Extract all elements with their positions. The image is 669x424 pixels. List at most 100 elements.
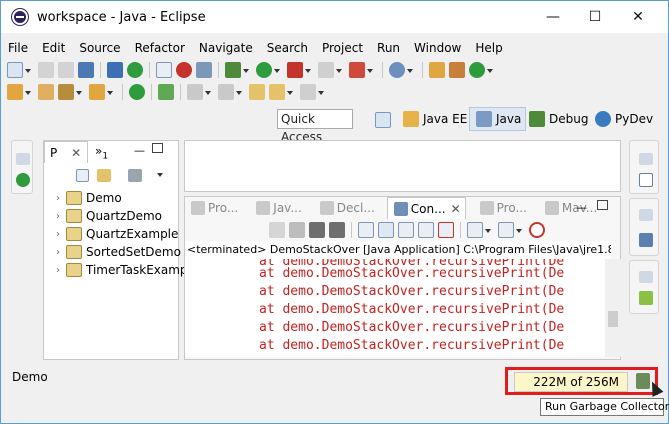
- maximize-button[interactable]: ☐: [572, 1, 618, 33]
- tab-problems[interactable]: Pro...: [185, 197, 242, 219]
- package-explorer-tab[interactable]: P ✕: [44, 141, 88, 163]
- menu-source[interactable]: Source: [72, 39, 127, 57]
- remove-all-terminated-icon[interactable]: [309, 222, 325, 238]
- pin-console-icon[interactable]: [467, 222, 483, 238]
- skip-breakpoints-icon[interactable]: [107, 62, 123, 78]
- print-icon[interactable]: [78, 62, 94, 78]
- menu-search[interactable]: Search: [260, 39, 315, 57]
- focus-on-active-task-icon[interactable]: [128, 169, 142, 182]
- task-list-icon[interactable]: [639, 173, 653, 187]
- coverage-icon[interactable]: [287, 62, 303, 78]
- new-package-icon[interactable]: [429, 62, 445, 78]
- new-class-icon[interactable]: [449, 62, 465, 78]
- back-icon[interactable]: [269, 84, 285, 100]
- stop-icon[interactable]: [318, 62, 334, 78]
- expand-arrow-icon[interactable]: ›: [56, 193, 66, 204]
- expand-arrow-icon[interactable]: ›: [56, 211, 66, 222]
- tree-item-sortedsetdemo[interactable]: › SortedSetDemo: [56, 243, 181, 261]
- expand-arrow-icon[interactable]: ›: [56, 265, 66, 276]
- open-console-icon[interactable]: [498, 222, 514, 238]
- maximize-view-icon[interactable]: [597, 200, 608, 210]
- restore-icon[interactable]: [639, 153, 653, 165]
- new-junit-dropdown-icon[interactable]: [487, 65, 494, 75]
- open-folder-icon[interactable]: [89, 84, 105, 100]
- show-on-stdout-icon[interactable]: [418, 222, 434, 238]
- show-whitespace-icon[interactable]: [196, 62, 212, 78]
- menu-file[interactable]: File: [1, 39, 35, 57]
- perspective-java-ee[interactable]: Java EE: [401, 107, 467, 131]
- leaf-icon[interactable]: [639, 291, 653, 305]
- restore-icon[interactable]: [639, 209, 653, 221]
- external-tools-icon[interactable]: [349, 62, 365, 78]
- heap-status[interactable]: 222M of 256M: [514, 372, 628, 392]
- tree-item-quartzdemo[interactable]: › QuartzDemo: [56, 207, 162, 225]
- new-java-project-icon[interactable]: [389, 62, 405, 78]
- toggle-block-selection-icon[interactable]: [156, 62, 172, 78]
- open-type-dropdown-icon[interactable]: [25, 87, 32, 97]
- open-perspective-icon[interactable]: [375, 112, 391, 128]
- start-server-icon[interactable]: [127, 62, 143, 78]
- new-file-icon[interactable]: [7, 62, 23, 78]
- coverage-dropdown-icon[interactable]: [305, 65, 312, 75]
- expand-arrow-icon[interactable]: ›: [56, 229, 66, 240]
- quick-access-field[interactable]: Quick Access: [277, 109, 353, 144]
- tab-progress[interactable]: Pro...: [474, 197, 531, 219]
- restore-icon[interactable]: [639, 271, 653, 283]
- green-dot-icon[interactable]: [129, 84, 145, 100]
- terminal-icon[interactable]: [158, 84, 174, 100]
- menu-edit[interactable]: Edit: [35, 39, 72, 57]
- perspective-debug[interactable]: Debug: [527, 107, 588, 131]
- forward-icon[interactable]: [300, 84, 316, 100]
- tab-declaration[interactable]: Decl...: [314, 197, 379, 219]
- minimize-button[interactable]: —: [530, 1, 576, 33]
- open-task-icon[interactable]: [38, 84, 54, 100]
- forward-dropdown-icon[interactable]: [318, 87, 325, 97]
- servers-view-icon[interactable]: [16, 173, 30, 187]
- close-tab-icon[interactable]: ✕: [451, 202, 461, 216]
- minimize-view-icon[interactable]: —: [576, 201, 587, 214]
- expand-arrow-icon[interactable]: ›: [56, 247, 66, 258]
- new-dropdown-icon[interactable]: [25, 65, 32, 75]
- minimize-view-icon[interactable]: —: [134, 144, 145, 157]
- console-output[interactable]: <terminated> DemoStackOver [Java Applica…: [185, 241, 611, 357]
- search-icon[interactable]: [58, 84, 74, 100]
- restore-icon[interactable]: [16, 153, 30, 165]
- tab-maven[interactable]: Mav...: [539, 197, 601, 219]
- close-tab-icon[interactable]: ✕: [71, 146, 81, 160]
- menu-navigate[interactable]: Navigate: [192, 39, 260, 57]
- remove-launch-icon[interactable]: [269, 222, 285, 238]
- overflow-tabs[interactable]: »1: [95, 144, 108, 161]
- back-dropdown-icon[interactable]: [287, 87, 294, 97]
- link-with-editor-icon[interactable]: [97, 169, 111, 182]
- remove-all-icon[interactable]: [329, 222, 345, 238]
- debug-dropdown-icon[interactable]: [243, 65, 250, 75]
- word-wrap-icon[interactable]: [398, 222, 414, 238]
- open-type-icon[interactable]: [7, 84, 23, 100]
- menu-project[interactable]: Project: [315, 39, 370, 57]
- outline-icon[interactable]: [639, 233, 653, 247]
- show-on-stderr-icon[interactable]: [438, 222, 454, 238]
- new-junit-icon[interactable]: [469, 62, 485, 78]
- terminate-icon[interactable]: [289, 222, 305, 238]
- last-edit-location-icon[interactable]: [249, 84, 265, 100]
- collapse-all-icon[interactable]: [76, 169, 89, 182]
- next-annotation-dropdown-icon[interactable]: [205, 87, 212, 97]
- previous-annotation-icon[interactable]: [218, 84, 234, 100]
- clear-console-icon[interactable]: [358, 222, 374, 238]
- scroll-lock-icon[interactable]: [378, 222, 394, 238]
- run-dropdown-icon[interactable]: [274, 65, 281, 75]
- previous-annotation-dropdown-icon[interactable]: [236, 87, 243, 97]
- save-all-icon[interactable]: [58, 62, 74, 78]
- tree-item-quartzexample[interactable]: › QuartzExample: [56, 225, 178, 243]
- pydev-console-icon[interactable]: [529, 222, 545, 238]
- view-menu-icon[interactable]: [157, 169, 164, 179]
- console-scrollbar[interactable]: [605, 259, 621, 357]
- mark-occurrences-icon[interactable]: [176, 62, 192, 78]
- menu-window[interactable]: Window: [407, 39, 468, 57]
- search-dropdown-icon[interactable]: [76, 87, 83, 97]
- display-console-dropdown-icon[interactable]: [485, 225, 492, 235]
- open-folder-dropdown-icon[interactable]: [107, 87, 114, 97]
- perspective-java[interactable]: Java: [469, 107, 527, 131]
- scrollbar-thumb[interactable]: [608, 311, 618, 327]
- maximize-view-icon[interactable]: [152, 143, 163, 153]
